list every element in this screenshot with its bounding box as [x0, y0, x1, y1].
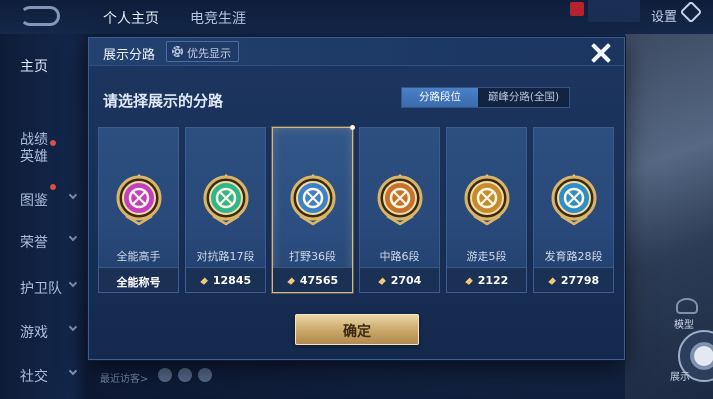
toggle-peak-lane[interactable]: 巅峰分路(全国)	[478, 88, 569, 107]
lane-card-label: 游走5段	[466, 250, 507, 263]
lane-card-value: 12845	[186, 274, 265, 287]
sidebar-item-social[interactable]: 社交	[20, 366, 48, 386]
lane-card-footer: 2704	[360, 267, 439, 292]
lane-card-footer: 47565	[273, 267, 352, 292]
points-icon	[547, 277, 557, 285]
lane-card-value-text: 12845	[212, 274, 252, 287]
mid-lane-emblem-icon	[375, 170, 425, 228]
model-badge-icon	[676, 298, 698, 314]
lane-card-value-text: 47565	[299, 274, 339, 287]
lane-card-label: 发育路28段	[544, 250, 603, 263]
visitor-avatar[interactable]	[178, 368, 192, 382]
gear-icon	[172, 46, 183, 57]
tab-esports-career[interactable]: 电竞生涯	[190, 8, 246, 28]
jungle-emblem-icon	[288, 170, 338, 228]
points-icon	[199, 277, 209, 285]
sidebar-item-heroes[interactable]: 英雄	[20, 146, 48, 166]
sidebar-chevron-atlas-icon	[68, 190, 78, 200]
priority-display-button[interactable]: 优先显示	[166, 41, 239, 62]
visitor-avatar[interactable]	[198, 368, 212, 382]
sidebar-chevron-guard-icon	[68, 278, 78, 288]
priority-display-label: 优先显示	[187, 47, 231, 60]
dialog-header: 展示分路 优先显示	[89, 38, 624, 66]
settings-label[interactable]: 设置	[651, 6, 677, 25]
lane-card-value-text: 全能称号	[116, 276, 161, 289]
lane-card-value: 2704	[360, 274, 439, 287]
lane-card-clash[interactable]: 对抗路17段 12845	[185, 127, 266, 293]
confirm-button[interactable]: 确定	[295, 314, 419, 345]
lane-card-footer: 全能称号	[99, 267, 178, 292]
sidebar-item-honor[interactable]: 荣誉	[20, 232, 48, 252]
recent-visitors-link[interactable]: 最近访客>	[100, 370, 148, 385]
lane-card-mid[interactable]: 中路6段 2704	[359, 127, 440, 293]
sidebar-item-games[interactable]: 游戏	[20, 322, 48, 342]
lane-card-roam[interactable]: 游走5段 2122	[446, 127, 527, 293]
status-info	[588, 0, 640, 22]
sidebar-item-home[interactable]: 主页	[20, 56, 48, 76]
sidebar-chevron-honor-icon	[68, 232, 78, 242]
lane-card-footer: 12845	[186, 267, 265, 292]
display-lane-dialog: 展示分路 优先显示 请选择展示的分路 分路段位 巅峰分路(全国) 全能高手 全能…	[88, 37, 625, 360]
lane-card-jungle[interactable]: 打野36段 47565	[272, 125, 355, 293]
tab-personal-home[interactable]: 个人主页	[103, 8, 159, 28]
lane-card-footer: 27798	[534, 267, 613, 292]
lane-card-value: 47565	[273, 274, 352, 287]
visitor-avatar[interactable]	[158, 368, 172, 382]
lane-mode-toggle: 分路段位 巅峰分路(全国)	[401, 87, 570, 108]
sidebar: 主页 战绩 英雄 图鉴 荣誉 护卫队 游戏 社交	[0, 34, 88, 399]
game-screen: 个人主页 电竞生涯 设置 主页 战绩 英雄 图鉴 荣誉 护卫队 游戏 社交 最近…	[0, 0, 713, 399]
lane-card-label: 全能高手	[116, 250, 161, 263]
model-label[interactable]: 模型	[674, 316, 694, 331]
close-button[interactable]	[588, 40, 614, 66]
toggle-lane-rank[interactable]: 分路段位	[402, 88, 478, 107]
confirm-label: 确定	[343, 324, 371, 340]
lane-card-value: 全能称号	[99, 274, 178, 290]
lane-card-value-text: 2122	[477, 274, 509, 287]
sidebar-chevron-games-icon	[68, 322, 78, 332]
display-label[interactable]: 展示	[670, 368, 690, 383]
lane-card-value: 2122	[447, 274, 526, 287]
dialog-prompt: 请选择展示的分路	[103, 92, 224, 110]
sidebar-item-atlas[interactable]: 图鉴	[20, 190, 48, 210]
lane-card-allround[interactable]: 全能高手 全能称号	[98, 127, 179, 293]
lane-card-label: 打野36段	[289, 250, 336, 263]
lane-card-value-text: 2704	[390, 274, 422, 287]
lane-card-label: 对抗路17段	[196, 250, 255, 263]
dialog-title: 展示分路	[103, 48, 156, 63]
lane-card-footer: 2122	[447, 267, 526, 292]
settings-icon[interactable]	[679, 0, 703, 24]
lane-card-value-text: 27798	[560, 274, 600, 287]
lane-card-label: 中路6段	[379, 250, 420, 263]
sidebar-chevron-social-icon	[68, 366, 78, 376]
roam-emblem-icon	[462, 170, 512, 228]
points-icon	[286, 277, 296, 285]
back-logo-icon[interactable]	[20, 6, 60, 26]
sidebar-item-guard[interactable]: 护卫队	[20, 278, 62, 298]
points-icon	[464, 277, 474, 285]
points-icon	[377, 277, 387, 285]
clash-lane-emblem-icon	[201, 170, 251, 228]
sidebar-badge-atlas	[50, 184, 56, 190]
notification-icon[interactable]	[570, 2, 584, 16]
lane-card-value: 27798	[534, 274, 613, 287]
lane-card-farm[interactable]: 发育路28段 27798	[533, 127, 614, 293]
farm-lane-emblem-icon	[549, 170, 599, 228]
sidebar-badge-heroes	[50, 140, 56, 146]
top-bar: 个人主页 电竞生涯 设置	[0, 0, 713, 34]
selected-marker	[350, 125, 355, 130]
allround-emblem-icon	[114, 170, 164, 228]
